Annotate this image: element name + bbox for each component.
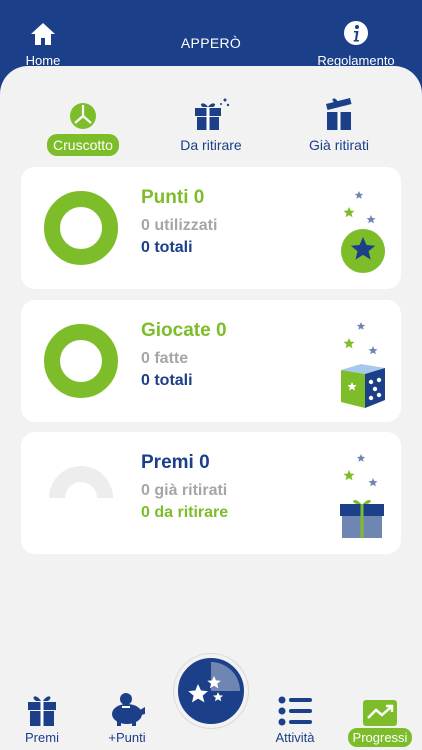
main-content: Cruscotto Da ritirare Già ritirati Punti… <box>0 66 422 685</box>
pie-chart-icon <box>70 103 96 129</box>
plays-title: Giocate 0 <box>141 320 227 341</box>
info-icon <box>344 21 368 45</box>
plays-donut <box>44 324 118 398</box>
prizes-title: Premi 0 <box>141 452 210 473</box>
nav-attivita-label: Attività <box>275 730 315 745</box>
rules-button[interactable]: Regolamento <box>308 20 404 68</box>
list-icon <box>278 696 312 726</box>
prizes-to-collect: 0 da ritirare <box>141 504 229 521</box>
nav-progressi[interactable]: Progressi <box>340 688 420 747</box>
plays-card[interactable]: Giocate 0 0 fatte 0 totali <box>21 300 401 422</box>
star-badge-icon <box>341 191 385 273</box>
nav-premi[interactable]: Premi <box>2 688 82 747</box>
plays-total: 0 totali <box>141 372 193 389</box>
nav-punti-label: +Punti <box>108 730 146 745</box>
points-card[interactable]: Punti 0 0 utilizzati 0 totali <box>21 167 401 289</box>
prizes-gauge <box>49 466 113 498</box>
tab-bar: Cruscotto Da ritirare Già ritirati <box>0 96 422 158</box>
piggy-bank-icon <box>112 693 145 726</box>
trend-chart-icon <box>363 700 397 726</box>
tab-gia-ritirati-label: Già ritirati <box>309 137 369 153</box>
nav-attivita[interactable]: Attività <box>255 688 335 747</box>
nav-progressi-label: Progressi <box>347 728 413 747</box>
gift-icon <box>28 696 56 726</box>
tab-cruscotto[interactable]: Cruscotto <box>28 96 138 156</box>
gift-open-icon <box>326 98 352 130</box>
stars-icon <box>188 662 240 703</box>
points-total: 0 totali <box>141 239 193 256</box>
points-title: Punti 0 <box>141 187 205 208</box>
tab-da-ritirare[interactable]: Da ritirare <box>156 96 266 156</box>
nav-punti[interactable]: +Punti <box>87 688 167 747</box>
gift-box-icon <box>340 454 384 538</box>
prizes-collected: 0 già ritirati <box>141 482 228 499</box>
tab-gia-ritirati[interactable]: Già ritirati <box>284 96 394 156</box>
plays-done: 0 fatte <box>141 350 189 367</box>
points-used: 0 utilizzati <box>141 217 218 234</box>
dice-icon <box>341 322 385 408</box>
tab-cruscotto-label: Cruscotto <box>47 134 119 156</box>
points-donut <box>44 191 118 265</box>
nav-premi-label: Premi <box>25 730 59 745</box>
center-stars-button[interactable] <box>174 654 248 728</box>
prizes-card[interactable]: Premi 0 0 già ritirati 0 da ritirare <box>21 432 401 554</box>
tab-da-ritirare-label: Da ritirare <box>180 137 242 153</box>
gift-sparkle-icon <box>195 98 230 130</box>
